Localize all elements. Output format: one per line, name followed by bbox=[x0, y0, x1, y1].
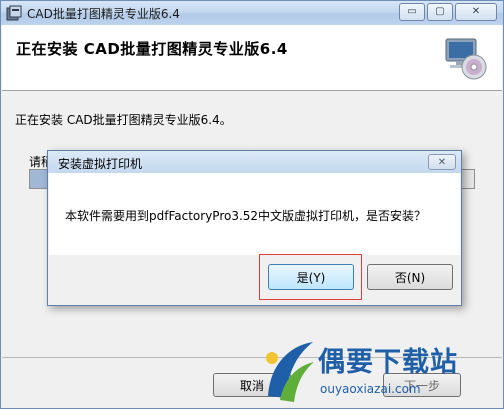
dialog-body: 本软件需要用到pdfFactoryPro3.52中文版虚拟打印机，是否安装？ bbox=[49, 173, 460, 255]
no-button[interactable]: 否(N) bbox=[367, 264, 453, 290]
minimize-icon: ▭ bbox=[407, 6, 417, 17]
site-logo-icon bbox=[266, 342, 314, 402]
dialog-message: 本软件需要用到pdfFactoryPro3.52中文版虚拟打印机，是否安装？ bbox=[65, 209, 427, 223]
maximize-icon: ▢ bbox=[435, 6, 445, 17]
close-button[interactable]: ✕ bbox=[455, 3, 497, 21]
title-bar[interactable]: CAD批量打图精灵专业版6.4 ▭ ▢ ✕ bbox=[1, 1, 503, 25]
page-title: 正在安装 CAD批量打图精灵专业版6.4 bbox=[16, 40, 288, 58]
close-icon: ✕ bbox=[437, 156, 447, 168]
install-printer-dialog: 安装虚拟打印机 ✕ 本软件需要用到pdfFactoryPro3.52中文版虚拟打… bbox=[47, 150, 462, 306]
watermark-title: 偶要下载站 bbox=[318, 347, 458, 378]
minimize-button[interactable]: ▭ bbox=[399, 3, 425, 21]
yes-button[interactable]: 是(Y) bbox=[268, 264, 354, 290]
dialog-close-button[interactable]: ✕ bbox=[428, 154, 456, 170]
dialog-title-bar[interactable]: 安装虚拟打印机 ✕ bbox=[48, 151, 461, 173]
computer-cd-icon bbox=[445, 38, 487, 80]
close-icon: ✕ bbox=[471, 6, 481, 17]
watermark: 偶要下载站 ouyaoxiazai.com bbox=[258, 332, 504, 409]
installer-app-icon bbox=[6, 5, 22, 21]
dialog-title: 安装虚拟打印机 bbox=[58, 157, 143, 171]
install-status-text: 正在安装 CAD批量打图精灵专业版6.4。 bbox=[15, 113, 232, 127]
maximize-button[interactable]: ▢ bbox=[427, 3, 453, 21]
window-title: CAD批量打图精灵专业版6.4 bbox=[27, 7, 180, 21]
watermark-url: ouyaoxiazai.com bbox=[320, 382, 421, 396]
installer-header: 正在安装 CAD批量打图精灵专业版6.4 bbox=[2, 25, 502, 91]
